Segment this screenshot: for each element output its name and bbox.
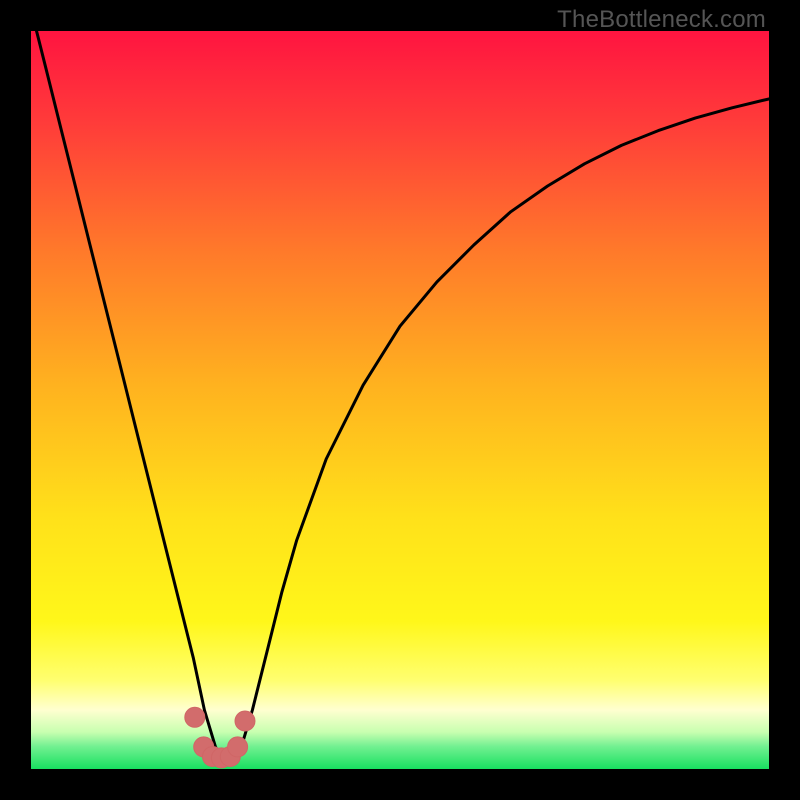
curve-layer <box>31 31 769 769</box>
plot-area <box>31 31 769 769</box>
bottleneck-curve <box>31 31 769 758</box>
watermark-text: TheBottleneck.com <box>557 6 766 34</box>
highlight-marker <box>185 707 205 727</box>
highlight-marker <box>228 737 248 757</box>
highlight-marker <box>235 711 255 731</box>
chart-frame: TheBottleneck.com <box>0 0 800 800</box>
